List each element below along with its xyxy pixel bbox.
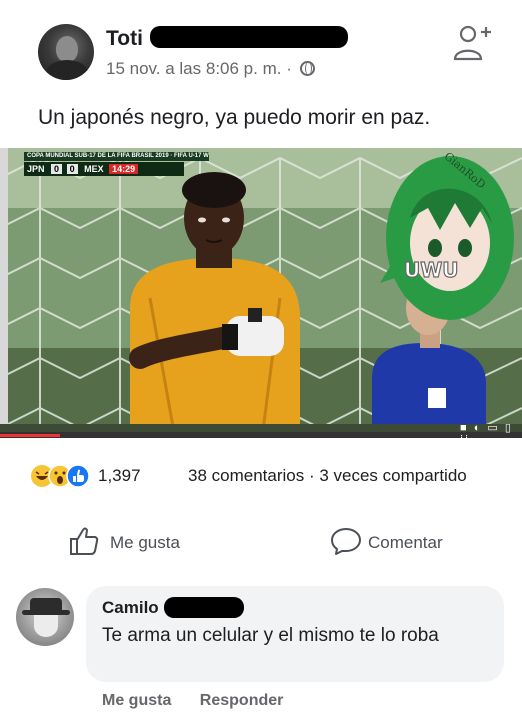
like-emoji-icon — [66, 464, 90, 488]
like-button-label: Me gusta — [110, 533, 180, 552]
meta-separator: · — [286, 59, 292, 78]
comment-reply-link[interactable]: Responder — [200, 692, 284, 709]
post-text: Un japonés negro, ya puedo morir en paz. — [38, 106, 431, 129]
score-away: 0 — [66, 164, 78, 174]
comment-author-name[interactable]: Camilo — [102, 598, 159, 618]
reaction-icons[interactable] — [30, 464, 94, 488]
video-controls[interactable]: ■ ◐ ▭ ▯ ⁞⁞ — [460, 421, 522, 446]
post-stats: 1,397 38 comentarios · 3 veces compartid… — [0, 458, 522, 494]
score-home: 0 — [51, 164, 63, 174]
score-line: JPN 0 0 MEX 14:29 — [24, 162, 184, 176]
comment-text: Te arma un celular y el mismo te lo roba — [102, 625, 439, 646]
comment-like-link[interactable]: Me gusta — [102, 692, 171, 709]
video-progress-fill — [0, 434, 60, 437]
video-progress-bar[interactable] — [0, 432, 522, 438]
add-friend-icon[interactable] — [452, 22, 492, 62]
reaction-count[interactable]: 1,397 — [98, 466, 141, 486]
post-meta: 15 nov. a las 8:06 p. m. · — [106, 59, 315, 79]
video-frame-illustration — [0, 148, 522, 438]
author-avatar[interactable] — [38, 24, 94, 80]
broadcast-title: COPA MUNDIAL SUB-17 DE LA FIFA BRASIL 20… — [24, 152, 209, 161]
post-header: Toti 15 nov. a las 8:06 p. m. · — [0, 0, 522, 92]
post-timestamp[interactable]: 15 nov. a las 8:06 p. m. — [106, 59, 281, 78]
post-image[interactable]: COPA MUNDIAL SUB-17 DE LA FIFA BRASIL 20… — [0, 148, 522, 438]
thumbs-up-icon — [70, 527, 99, 555]
comment-button-label: Comentar — [368, 533, 443, 552]
post-author-name[interactable]: Toti — [106, 27, 143, 51]
comments-shares-count[interactable]: 38 comentarios · 3 veces compartido — [188, 466, 467, 486]
commenter-avatar[interactable] — [16, 588, 74, 646]
match-clock: 14:29 — [109, 164, 139, 174]
team-home: JPN — [27, 164, 45, 174]
comment-bubble-icon — [331, 528, 361, 555]
globe-icon — [299, 61, 315, 76]
comment-redaction-bar — [164, 597, 244, 618]
comment-actions: Me gusta Responder — [102, 692, 307, 710]
redaction-bar — [150, 26, 348, 48]
post-actions: Me gusta Comentar — [0, 522, 522, 562]
team-away: MEX — [84, 164, 104, 174]
sticker-text: UWU — [403, 257, 459, 282]
